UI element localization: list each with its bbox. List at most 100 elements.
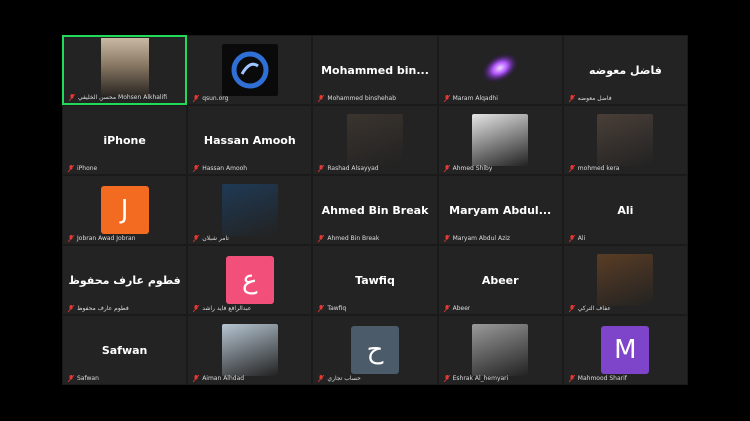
participant-name-text: تامر شبلان [202,235,229,242]
participant-tile[interactable]: Mohammed bin... Mohammed binshehab [312,35,438,105]
participant-tile[interactable]: Hassan Amooh Hassan Amooh [187,105,313,175]
participant-name-text: Ahmed Bin Break [327,235,380,242]
qsun-logo [221,44,278,96]
participant-name-label: Mohammed binshehab [318,95,396,102]
participant-name-text: Aiman Alhdad [202,375,245,382]
participant-tile[interactable]: iPhone iPhone [62,105,188,175]
participant-tile[interactable]: Ali Ali [562,175,688,245]
participant-photo [346,114,403,166]
muted-mic-icon [318,235,325,242]
muted-mic-icon [68,305,74,312]
muted-mic-icon [318,165,325,172]
participant-name-text: عبدالرافع فايد راشد [202,305,252,312]
participant-name-text: Eshrak Al_hemyari [452,375,509,382]
muted-mic-icon [318,305,325,312]
muted-mic-icon [68,165,74,172]
participant-name-label: Safwan [68,375,99,382]
participant-display-name: فاضل معوضه [588,63,662,77]
participant-name-text: عفاف التركي [577,305,611,312]
participant-name-label: Maram Alqadhi [443,95,498,102]
muted-mic-icon [568,375,575,382]
muted-mic-icon [568,235,575,242]
participant-name-label: Hassan Amooh [193,165,247,172]
participant-tile[interactable]: ح حساب تجاري [312,315,438,385]
participant-name-text: حساب تجاري [327,375,361,382]
participant-name-label: عفاف التركي [568,305,611,312]
participant-name-label: محسن الخليفي Mohsen Alkhalifi [69,94,167,101]
participant-name-label: Mahmood Sharif [568,375,627,382]
muted-mic-icon [193,235,200,242]
participant-name-text: Safwan [77,375,99,382]
participant-photo [472,324,529,376]
muted-mic-icon [193,305,200,312]
participant-tile[interactable]: فطوم عارف محفوظ فطوم عارف محفوظ [62,245,188,315]
participant-name-text: Tawfiq [327,305,347,312]
participant-tile[interactable]: Tawfiq Tawfiq [312,245,438,315]
participant-tile[interactable]: J Jobran Awad Jobran [62,175,188,245]
participant-avatar: M [601,326,650,374]
participant-photo [597,114,654,166]
participant-tile[interactable]: Ahmed Bin Break Ahmed Bin Break [312,175,438,245]
participant-name-text: iPhone [77,165,98,172]
participant-tile[interactable]: Ahmed Shlby [437,105,563,175]
participant-display-name: iPhone [103,133,146,147]
participant-tile[interactable]: تامر شبلان [187,175,313,245]
participant-display-name: Ali [617,203,634,217]
participant-tile[interactable]: فاضل معوضه فاضل معوضه [562,35,688,105]
participant-name-text: Mohammed binshehab [327,95,397,102]
participant-name-label: iPhone [68,165,97,172]
muted-mic-icon [568,95,575,102]
participant-name-label: Maryam Abdul Aziz [443,235,511,242]
participant-name-label: Jobran Awad Jobran [68,235,135,242]
participant-tile[interactable]: qsun.org [187,35,313,105]
muted-mic-icon [68,235,74,242]
participant-name-label: فطوم عارف محفوظ [68,305,129,312]
participant-display-name: Tawfiq [355,273,395,287]
participant-tile[interactable]: ع عبدالرافع فايد راشد [187,245,313,315]
participant-tile[interactable]: M Mahmood Sharif [562,315,688,385]
participant-photo [472,114,529,166]
participant-tile[interactable]: عفاف التركي [562,245,688,315]
muted-mic-icon [68,375,74,382]
muted-mic-icon [193,95,200,102]
participant-tile[interactable]: Rashad Alsayyad [312,105,438,175]
participant-name-text: Ahmed Shlby [452,165,493,172]
participant-photo [221,324,278,376]
participant-name-label: Tawfiq [318,305,346,312]
participant-name-text: Mahmood Sharif [577,375,627,382]
participant-photo [597,254,654,306]
participant-name-text: Maram Alqadhi [452,95,498,102]
participant-tile[interactable]: Abeer Abeer [437,245,563,315]
participant-tile[interactable]: Aiman Alhdad [187,315,313,385]
participant-tile[interactable]: محسن الخليفي Mohsen Alkhalifi [62,35,188,105]
participant-tile[interactable]: Safwan Safwan [62,315,188,385]
participant-name-label: فاضل معوضه [568,95,612,102]
muted-mic-icon [69,94,75,101]
participant-name-label: mohmed kera [568,165,619,172]
participant-name-label: تامر شبلان [193,235,229,242]
participant-name-text: Hassan Amooh [202,165,248,172]
muted-mic-icon [443,165,450,172]
participant-name-text: محسن الخليفي Mohsen Alkhalifi [78,94,168,101]
participant-name-label: Eshrak Al_hemyari [443,375,509,382]
participant-name-text: qsun.org [202,95,229,102]
muted-mic-icon [193,165,200,172]
participant-name-text: فطوم عارف محفوظ [77,305,129,312]
participant-avatar: J [100,186,149,234]
muted-mic-icon [318,95,325,102]
muted-mic-icon [568,305,575,312]
participant-tile[interactable]: mohmed kera [562,105,688,175]
muted-mic-icon [443,235,450,242]
participant-avatar: ع [225,256,274,304]
participant-tile[interactable]: Eshrak Al_hemyari [437,315,563,385]
participant-grid: محسن الخليفي Mohsen Alkhalifi qsun.org Moh… [62,35,688,385]
participant-tile[interactable]: Maryam Abdul... Maryam Abdul Aziz [437,175,563,245]
participant-name-text: Maryam Abdul Aziz [452,235,511,242]
participant-display-name: Hassan Amooh [203,133,296,147]
muted-mic-icon [443,305,450,312]
participant-tile[interactable]: Maram Alqadhi [437,35,563,105]
participant-name-text: فاضل معوضه [577,95,612,102]
participant-name-label: qsun.org [193,95,228,102]
galaxy-icon [478,46,522,94]
muted-mic-icon [568,165,575,172]
